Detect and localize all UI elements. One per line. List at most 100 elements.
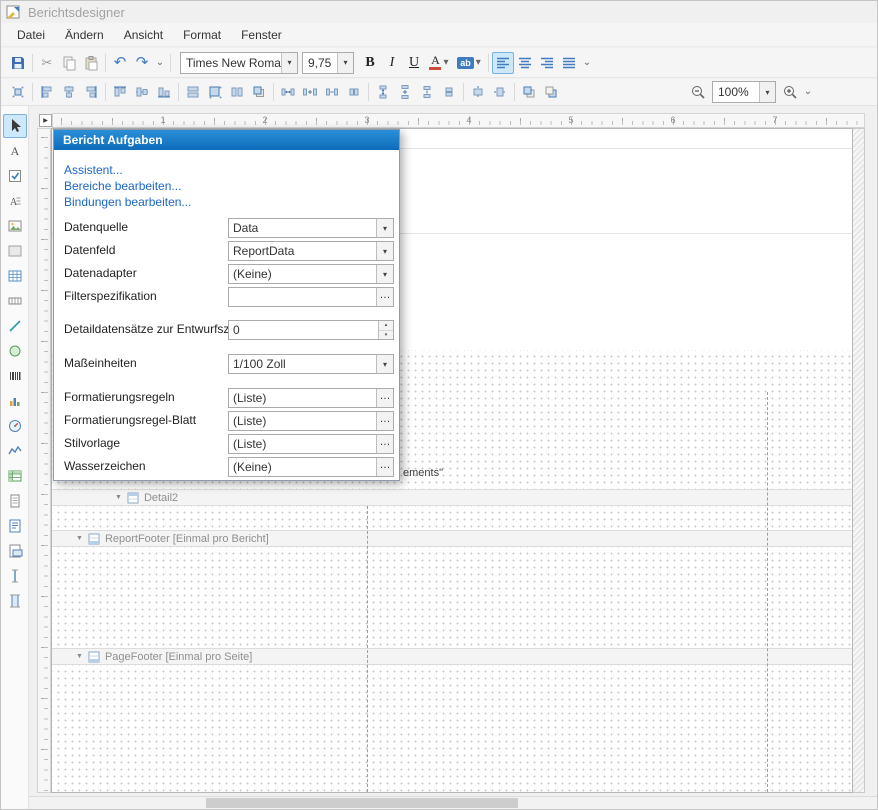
report-smart-tag-button[interactable]: ▶ [39,114,52,127]
menu-datei[interactable]: Datei [7,25,55,45]
cut-icon[interactable]: ✂ [36,52,58,74]
align-lefts-icon[interactable] [36,81,58,103]
sparkline-tool[interactable] [3,439,27,463]
increase-vertical-spacing-icon[interactable] [394,81,416,103]
align-rights-icon[interactable] [80,81,102,103]
copy-icon[interactable] [58,52,80,74]
font-size-combobox[interactable]: 9,75 ▾ [302,52,354,74]
picture-box-tool[interactable] [3,214,27,238]
italic-button[interactable]: I [381,52,403,74]
cross-band-box-tool[interactable] [3,589,27,613]
paste-icon[interactable] [80,52,102,74]
justify-icon[interactable] [558,52,580,74]
collapse-icon[interactable]: ▼ [76,535,83,542]
bring-to-front-icon[interactable] [518,81,540,103]
send-to-back-icon[interactable] [540,81,562,103]
highlight-button[interactable]: ab ▾ [453,52,485,74]
band-caption-reportfooter[interactable]: ▼ ReportFooter [Einmal pro Bericht] [52,530,852,547]
scrollbar-thumb[interactable] [206,798,518,808]
align-center-icon[interactable] [514,52,536,74]
menu-aendern[interactable]: Ändern [55,25,114,45]
font-name-combobox[interactable]: Times New Roman ▾ [180,52,298,74]
partially-hidden-label[interactable]: ements" [403,467,443,479]
align-tops-icon[interactable] [109,81,131,103]
ellipsis-button[interactable]: … [376,288,393,306]
dropdown-arrow-icon[interactable]: ▾ [337,53,353,73]
toolbar-overflow-icon[interactable]: ⌄ [580,52,594,74]
rich-text-tool[interactable]: A [3,189,27,213]
edit-bindings-link[interactable]: Bindungen bearbeiten... [64,194,191,210]
decrease-horizontal-spacing-icon[interactable] [321,81,343,103]
menu-format[interactable]: Format [173,25,231,45]
band-caption-detail2[interactable]: ▼ Detail2 [52,489,852,506]
spin-up-icon[interactable]: ▴ [379,321,393,331]
align-right-icon[interactable] [536,52,558,74]
menu-ansicht[interactable]: Ansicht [114,25,173,45]
dropdown-arrow-icon[interactable]: ▾ [443,58,448,68]
zoom-out-icon[interactable] [687,81,709,103]
cross-band-line-tool[interactable] [3,564,27,588]
check-box-tool[interactable] [3,164,27,188]
equal-horizontal-spacing-icon[interactable] [277,81,299,103]
dropdown-arrow-icon[interactable]: ▾ [476,58,481,68]
align-left-icon[interactable] [492,52,514,74]
datenfeld-combobox[interactable]: ReportData ▾ [228,241,394,261]
datenquelle-combobox[interactable]: Data ▾ [228,218,394,238]
make-same-height-icon[interactable] [226,81,248,103]
align-bottoms-icon[interactable] [153,81,175,103]
assistant-link[interactable]: Assistent... [64,162,191,178]
character-comb-tool[interactable] [3,289,27,313]
center-horizontally-icon[interactable] [467,81,489,103]
barcode-tool[interactable] [3,364,27,388]
formatting-rules-field[interactable]: (Liste) … [228,388,394,408]
zoom-combobox[interactable]: 100% ▾ [712,81,776,103]
remove-vertical-spacing-icon[interactable] [438,81,460,103]
save-icon[interactable] [7,52,29,74]
dropdown-arrow-icon[interactable]: ▾ [376,355,393,373]
spin-down-icon[interactable]: ▾ [379,331,393,340]
line-tool[interactable] [3,314,27,338]
size-to-grid-icon[interactable] [204,81,226,103]
band-content-reportfooter[interactable] [52,547,852,648]
filter-editor-field[interactable]: … [228,287,394,307]
make-same-size-icon[interactable] [248,81,270,103]
page-info-tool[interactable] [3,489,27,513]
ellipsis-button[interactable]: … [376,389,393,407]
zoom-in-icon[interactable] [779,81,801,103]
ellipsis-button[interactable]: … [376,458,393,476]
equal-vertical-spacing-icon[interactable] [372,81,394,103]
subreport-tool[interactable] [3,539,27,563]
formatting-rule-sheet-field[interactable]: (Liste) … [228,411,394,431]
dropdown-arrow-icon[interactable]: ▾ [376,265,393,283]
dropdown-arrow-icon[interactable]: ▾ [759,82,775,102]
decrease-vertical-spacing-icon[interactable] [416,81,438,103]
pointer-tool[interactable] [3,114,27,138]
datenadapter-combobox[interactable]: (Keine) ▾ [228,264,394,284]
shape-tool[interactable] [3,339,27,363]
dropdown-arrow-icon[interactable]: ▾ [376,219,393,237]
horizontal-scrollbar[interactable] [29,796,877,809]
collapse-icon[interactable]: ▼ [115,494,122,501]
table-of-contents-tool[interactable] [3,514,27,538]
zoom-dropdown-icon[interactable]: ⌄ [801,81,815,103]
label-tool[interactable]: A [3,139,27,163]
chart-tool[interactable] [3,389,27,413]
ellipsis-button[interactable]: … [376,435,393,453]
watermark-field[interactable]: (Keine) … [228,457,394,477]
panel-tool[interactable] [3,239,27,263]
align-centers-icon[interactable] [58,81,80,103]
table-tool[interactable] [3,264,27,288]
band-content-pagefooter[interactable] [52,665,852,792]
bold-button[interactable]: B [359,52,381,74]
dropdown-arrow-icon[interactable]: ▾ [281,53,297,73]
band-caption-pagefooter[interactable]: ▼ PageFooter [Einmal pro Seite] [52,648,852,665]
edit-bands-link[interactable]: Bereiche bearbeiten... [64,178,191,194]
menu-fenster[interactable]: Fenster [231,25,292,45]
align-to-grid-icon[interactable] [7,81,29,103]
underline-button[interactable]: U [403,52,425,74]
band-content-detail2[interactable] [52,506,852,530]
undo-dropdown-icon[interactable]: ⌄ [153,52,167,74]
gauge-tool[interactable] [3,414,27,438]
dropdown-arrow-icon[interactable]: ▾ [376,242,393,260]
detail-records-spinner[interactable]: 0 ▴▾ [228,320,394,340]
